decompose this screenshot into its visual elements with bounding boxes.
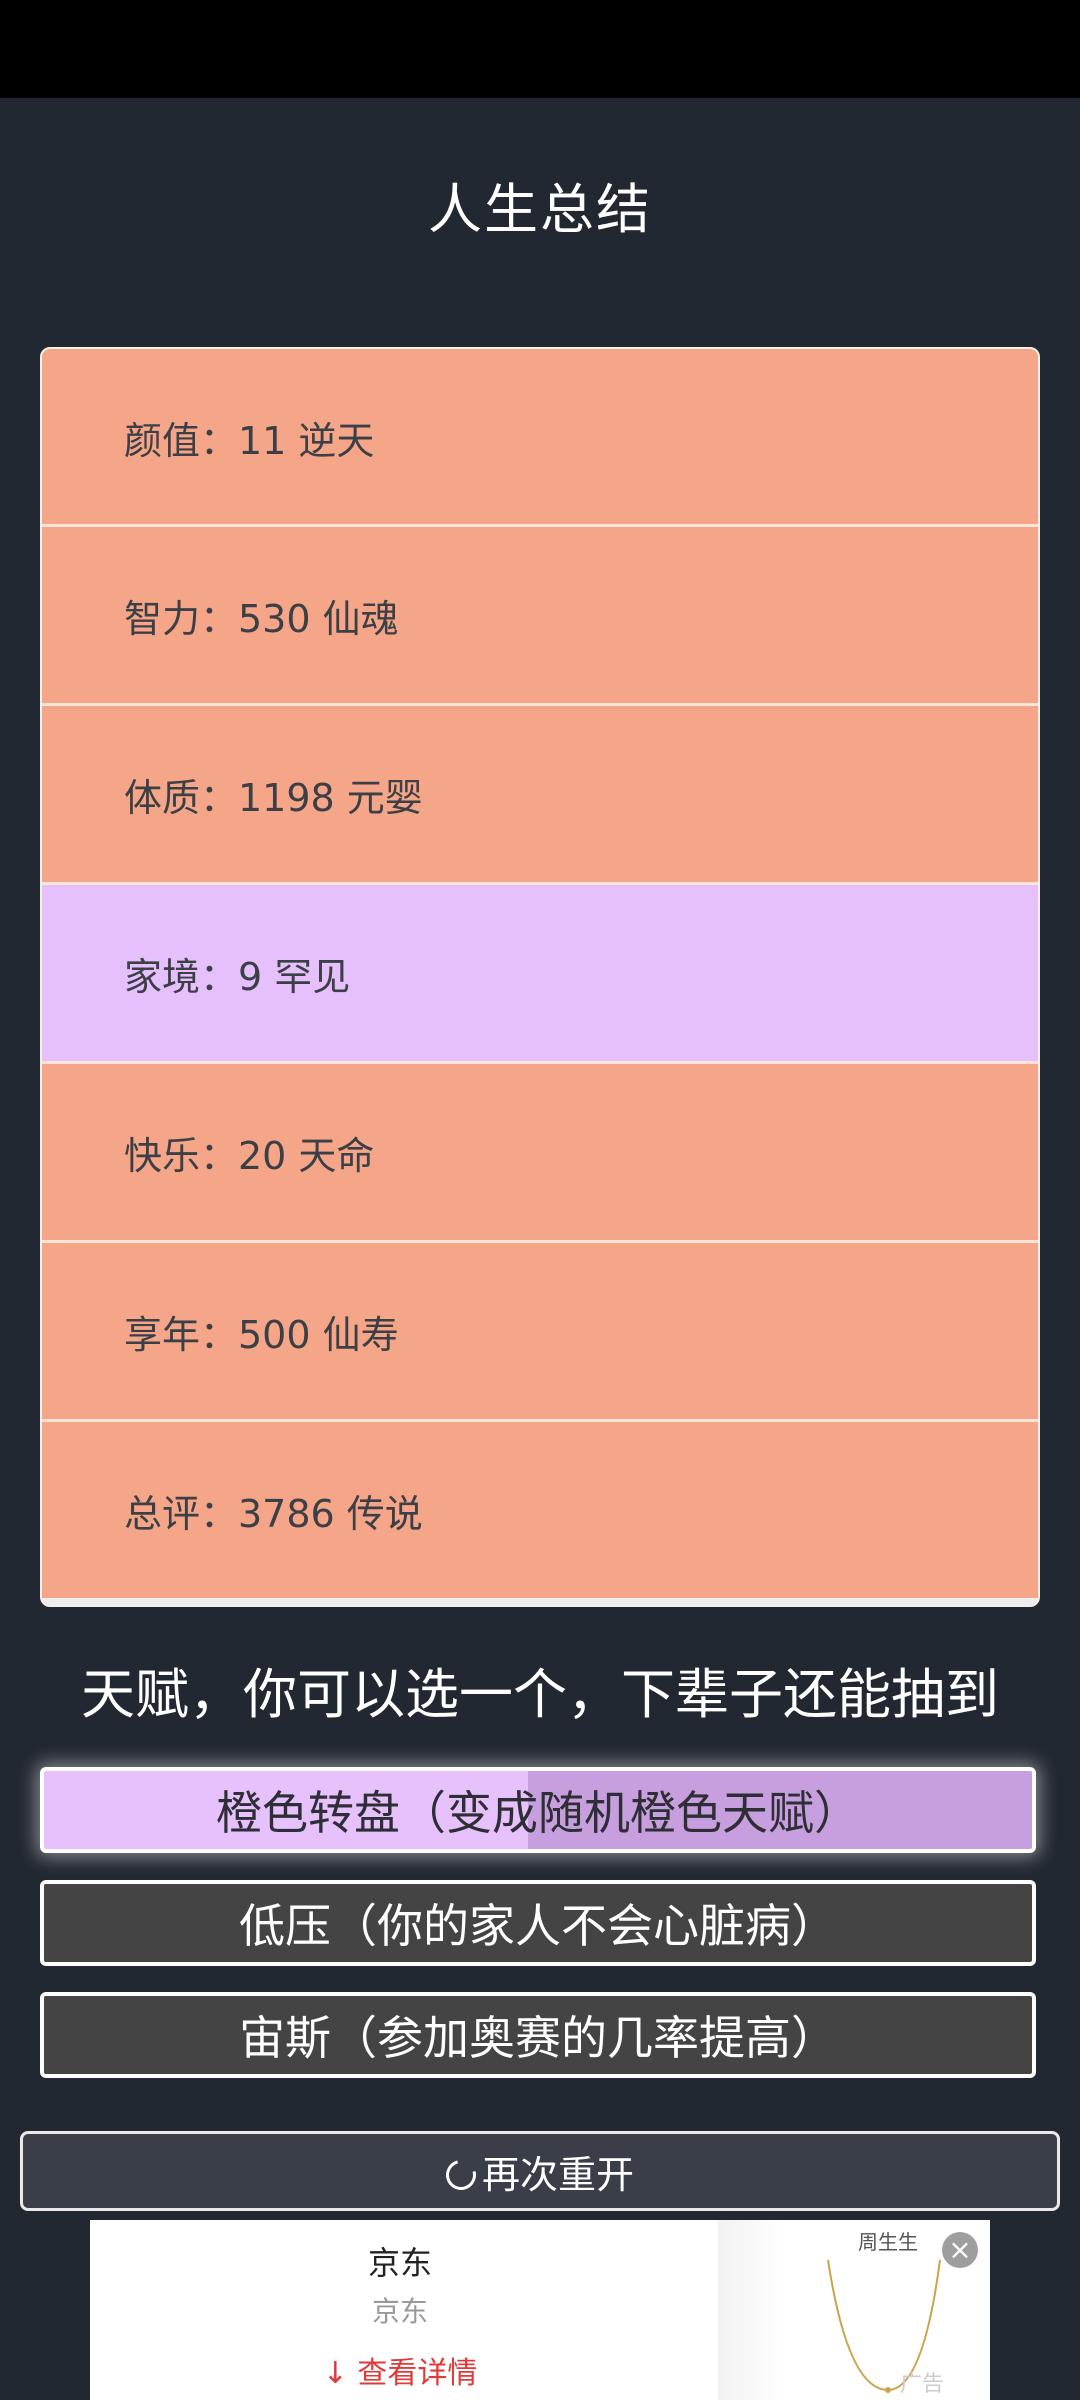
talent-option-low-pressure[interactable]: 低压（你的家人不会心脏病） [40, 1880, 1036, 1966]
ad-details-link[interactable]: ↓ 查看详情 [90, 2348, 710, 2392]
stat-row-intelligence: 智力：530 仙魂 [42, 527, 1038, 703]
stat-row-constitution: 体质：1198 元婴 [42, 706, 1038, 882]
refresh-icon [440, 2154, 482, 2196]
stats-panel: 颜值：11 逆天 智力：530 仙魂 体质：1198 元婴 家境：9 罕见 快乐… [40, 347, 1040, 1607]
download-arrow-icon: ↓ [322, 2356, 348, 2391]
status-bar [0, 0, 1080, 98]
stat-row-happiness: 快乐：20 天命 [42, 1064, 1038, 1240]
talent-option-orange-wheel[interactable]: 橙色转盘（变成随机橙色天赋） [40, 1767, 1036, 1853]
talent-option-zeus[interactable]: 宙斯（参加奥赛的几率提高） [40, 1992, 1036, 2078]
close-icon[interactable]: × [942, 2232, 978, 2268]
restart-label: 再次重开 [481, 2152, 634, 2197]
stat-row-lifespan: 享年：500 仙寿 [42, 1243, 1038, 1419]
restart-button[interactable]: 再次重开 [20, 2131, 1060, 2211]
ad-banner[interactable]: 京东 京东 ↓ 查看详情 周生生 × 广告 [90, 2220, 990, 2400]
ad-title: 京东 [367, 2244, 432, 2282]
stat-row-appearance: 颜值：11 逆天 [42, 349, 1038, 525]
stat-row-total-score: 总评：3786 传说 [42, 1422, 1038, 1598]
stat-row-family: 家境：9 罕见 [42, 885, 1038, 1061]
page-title: 人生总结 [428, 178, 652, 241]
ad-link-label: 查看详情 [357, 2356, 478, 2391]
talent-heading: 天赋，你可以选一个，下辈子还能抽到 [81, 1663, 999, 1726]
ad-tag: 广告 [900, 2372, 945, 2397]
ad-subtitle: 京东 [371, 2295, 428, 2328]
